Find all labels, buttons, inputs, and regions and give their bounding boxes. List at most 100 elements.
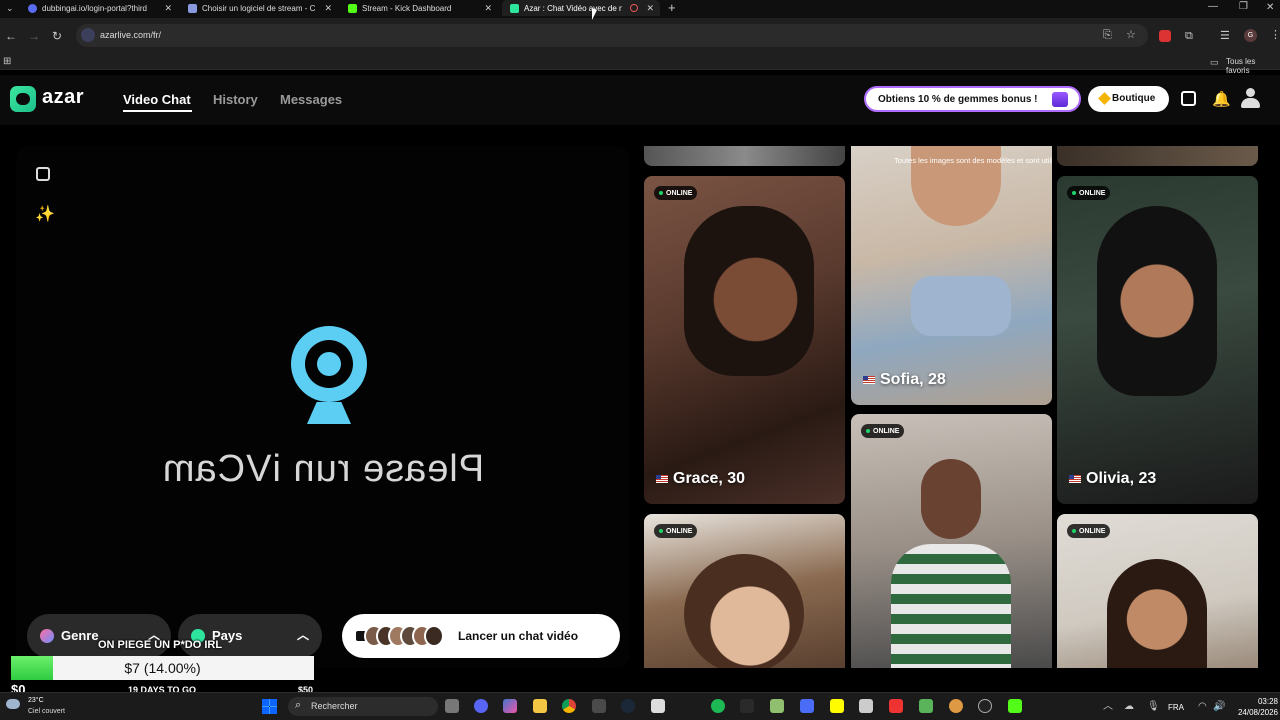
windows-start-icon[interactable] (262, 699, 277, 714)
profile-photo (684, 554, 804, 668)
copilot-icon[interactable] (503, 699, 517, 713)
kick-app-icon[interactable] (1008, 699, 1022, 713)
inbox-icon[interactable] (1181, 91, 1196, 106)
recording-app-icon[interactable] (889, 699, 903, 713)
profile-card-bottom-middle[interactable]: ONLINE (851, 414, 1052, 668)
controller-icon[interactable] (859, 699, 873, 713)
folder-icon: ▭ (1210, 57, 1219, 67)
profile-card-sofia[interactable]: Toutes les images sont des modèles et so… (851, 146, 1052, 405)
photo-app-icon[interactable] (919, 699, 933, 713)
bookmark-star-icon[interactable]: ☆ (1126, 29, 1136, 41)
tab-choisir-logiciel[interactable]: Choisir un logiciel de stream - C ✕ (180, 0, 338, 16)
profile-card-olivia[interactable]: ONLINE Olivia, 23 (1057, 176, 1258, 504)
menu-dots-icon[interactable]: ⋮ (1270, 29, 1280, 41)
forward-icon[interactable]: → (28, 30, 40, 42)
new-tab-icon[interactable]: + (668, 1, 676, 14)
goal-progress-text: $7 (14.00%) (124, 660, 201, 676)
network-cloud-icon[interactable]: ☁ (1124, 701, 1134, 713)
calculator-icon[interactable] (592, 699, 606, 713)
dubbingai-favicon-icon (28, 3, 37, 13)
install-app-icon[interactable]: ⎘ (1103, 29, 1112, 41)
clock-date[interactable]: 24/08/2026 (1232, 708, 1278, 717)
tab-azar[interactable]: Azar : Chat Vidéo avec de n ✕ (502, 0, 660, 16)
tools-icon[interactable] (651, 699, 665, 713)
profile-icon[interactable] (1241, 88, 1260, 109)
discord-icon[interactable] (474, 699, 488, 713)
profile-card-partial-top-left (644, 146, 845, 166)
game-app-icon[interactable] (800, 699, 814, 713)
file-explorer-icon[interactable] (533, 699, 547, 713)
extension-badge-icon[interactable] (1159, 30, 1171, 42)
profile-card-bottom-right[interactable]: ONLINE (1057, 514, 1258, 668)
nav-history[interactable]: History (213, 92, 258, 107)
minimize-icon[interactable]: — (1208, 1, 1218, 13)
avatar-stack (364, 625, 444, 647)
close-tab-icon[interactable]: ✕ (646, 3, 654, 14)
chrome-icon[interactable] (562, 699, 576, 713)
camera-error-message: Please run iVCam (161, 448, 485, 490)
search-icon: ⌕ (295, 699, 302, 711)
close-tab-icon[interactable]: ✕ (164, 3, 172, 14)
close-tab-icon[interactable]: ✕ (484, 3, 492, 14)
start-video-chat-button[interactable]: Lancer un chat vidéo (342, 614, 620, 658)
us-flag-icon (1069, 475, 1081, 483)
steam-icon[interactable] (621, 699, 635, 713)
snapchat-icon[interactable] (830, 699, 844, 713)
profile-photo-top (891, 544, 1011, 668)
close-tab-icon[interactable]: ✕ (324, 3, 332, 14)
tray-expand-icon[interactable]: ︿ (1103, 701, 1113, 713)
shop-button[interactable]: Boutique (1088, 86, 1169, 112)
input-language[interactable]: FRA (1168, 703, 1184, 712)
magic-wand-icon[interactable]: ✨ (35, 204, 55, 224)
maximize-icon[interactable]: ❐ (1239, 1, 1248, 13)
bell-icon[interactable]: 🔔 (1212, 90, 1231, 108)
reload-icon[interactable]: ↻ (52, 30, 62, 42)
gift-icon (1052, 92, 1068, 107)
back-icon[interactable]: ← (5, 30, 17, 42)
goal-title: ON PIEGE UN P*DO IRL (98, 639, 223, 651)
gem-bonus-banner[interactable]: Obtiens 10 % de gemmes bonus ! (864, 86, 1081, 112)
tab-title: Azar : Chat Vidéo avec de n (524, 3, 622, 13)
profile-card-grace[interactable]: ONLINE Grace, 30 (644, 176, 845, 504)
obs-icon[interactable] (978, 699, 992, 713)
apps-grid-icon[interactable]: ⊞ (3, 56, 11, 68)
azar-logo[interactable] (10, 86, 36, 112)
clock-time[interactable]: 03:28 (1238, 697, 1278, 706)
mouse-cursor-icon (592, 8, 597, 20)
xsplit-icon[interactable] (740, 699, 754, 713)
expand-icon[interactable] (36, 167, 50, 181)
weather-icon[interactable] (6, 699, 20, 709)
app-icon[interactable] (770, 699, 784, 713)
weather-temp[interactable]: 23°C (28, 697, 44, 704)
profile-card-bottom-left[interactable]: ONLINE (644, 514, 845, 668)
donation-goal-overlay: ON PIEGE UN P*DO IRL $7 (14.00%) $0 19 D… (0, 636, 320, 698)
weather-desc: Ciel couvert (28, 708, 65, 715)
address-bar[interactable]: azarlive.com/fr/ ⎘ ☆ (76, 24, 1148, 47)
nav-messages[interactable]: Messages (280, 92, 342, 107)
close-window-icon[interactable]: ✕ (1266, 2, 1274, 14)
volume-icon[interactable]: 🔊 (1213, 701, 1225, 713)
profile-photo (1107, 559, 1207, 668)
online-badge: ONLINE (654, 186, 698, 200)
task-view-icon[interactable] (445, 699, 459, 713)
online-badge: ONLINE (861, 424, 905, 438)
profile-photo (684, 206, 814, 376)
all-bookmarks-link[interactable]: Tous les favoris (1226, 57, 1280, 75)
nav-video-chat[interactable]: Video Chat (123, 92, 191, 107)
taskbar-search[interactable]: ⌕ Rechercher (288, 697, 438, 716)
profile-avatar[interactable]: G (1244, 29, 1257, 42)
tab-strip: dubbingai.io/login-portal?third ✕ Choisi… (0, 0, 1280, 18)
tab-dubbingai[interactable]: dubbingai.io/login-portal?third ✕ (20, 0, 178, 16)
spotify-icon[interactable] (711, 699, 725, 713)
site-info-icon[interactable] (81, 28, 95, 42)
logo-wordmark: azar (42, 86, 85, 108)
article-favicon-icon (188, 3, 197, 13)
profile-photo-top (911, 276, 1011, 336)
tab-kick-dashboard[interactable]: Stream - Kick Dashboard ✕ (340, 0, 498, 16)
extensions-icon[interactable]: ⧉ (1185, 30, 1193, 42)
microphone-icon[interactable]: 🎙 (1147, 701, 1160, 713)
chrome-profile-icon[interactable] (949, 699, 963, 713)
reading-list-icon[interactable]: ☰ (1220, 30, 1230, 42)
wifi-icon[interactable]: ◠ (1198, 701, 1207, 713)
tab-search-icon[interactable]: ⌄ (6, 2, 14, 14)
